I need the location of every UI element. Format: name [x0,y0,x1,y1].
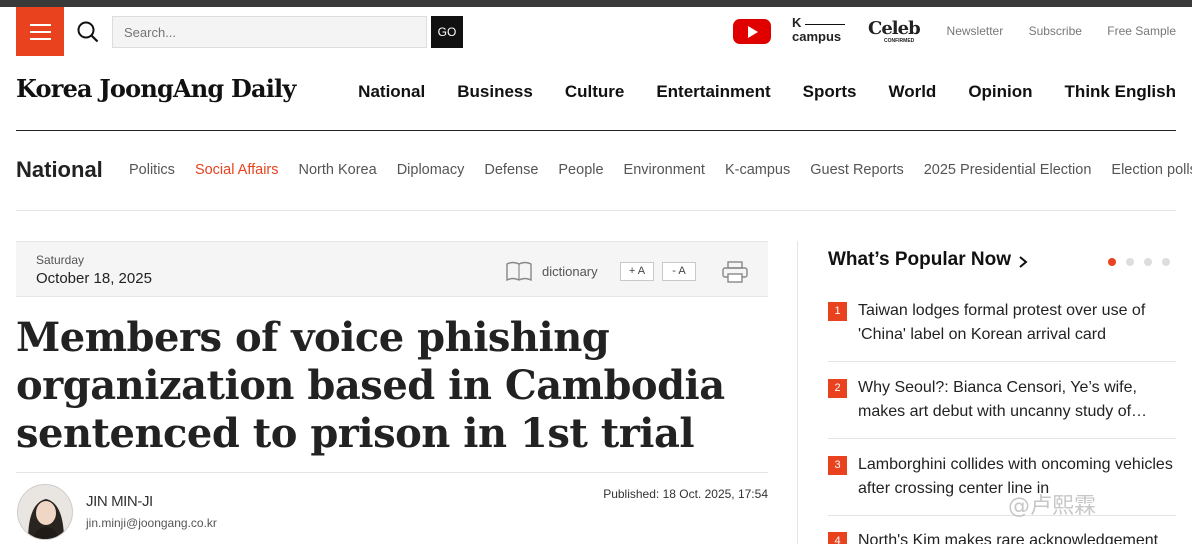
newsletter-link[interactable]: Newsletter [947,24,1004,38]
font-decrease-button[interactable]: - A [662,262,696,281]
subnav-environment[interactable]: Environment [624,162,705,178]
divider [16,472,768,473]
search-input[interactable] [112,16,427,48]
divider [16,130,1176,131]
author-name[interactable]: JIN MIN-JI [86,493,153,510]
hamburger-icon [30,24,51,26]
utility-links: Newsletter Subscribe Free Sample [925,24,1176,38]
kcampus-logo-word: campus [792,29,842,44]
article-day: Saturday [36,253,85,267]
popular-item[interactable]: 1 Taiwan lodges formal protest over use … [828,299,1176,351]
free-sample-link[interactable]: Free Sample [1107,24,1176,38]
published-date: Published: 18 Oct. 2025, 17:54 [603,487,768,501]
main-nav: National Business Culture Entertainment … [358,82,1176,102]
author-email[interactable]: jin.minji@joongang.co.kr [86,516,217,530]
kcampus-logo-k: K [792,15,802,30]
popular-rank: 2 [828,379,847,398]
sidebar-divider [797,241,798,544]
subnav-politics[interactable]: Politics [129,162,175,178]
nav-world[interactable]: World [888,82,936,102]
carousel-dots [1108,258,1170,266]
popular-headline[interactable]: North's Kim makes rare acknowledgement [858,529,1174,544]
subnav-diplomacy[interactable]: Diplomacy [397,162,465,178]
popular-item[interactable]: 3 Lamborghini collides with oncoming veh… [828,453,1176,505]
divider [16,210,1176,211]
nav-opinion[interactable]: Opinion [968,82,1032,102]
nav-business[interactable]: Business [457,82,533,102]
subnav-social-affairs[interactable]: Social Affairs [195,162,279,178]
article-toolbar: Saturday October 18, 2025 dictionary + A… [16,241,768,297]
nav-national[interactable]: National [358,82,425,102]
go-button[interactable]: GO [431,16,463,48]
popular-headline[interactable]: Why Seoul?: Bianca Censori, Ye’s wife, m… [858,376,1174,424]
nav-sports[interactable]: Sports [803,82,857,102]
subnav-guest-reports[interactable]: Guest Reports [810,162,904,178]
search-icon[interactable] [77,21,99,43]
subnav-defense[interactable]: Defense [484,162,538,178]
watermark: @卢熙霖 [1008,494,1097,519]
subnav-people[interactable]: People [558,162,603,178]
subnav-north-korea[interactable]: North Korea [299,162,377,178]
carousel-dot-active[interactable] [1108,258,1116,266]
kcampus-logo[interactable]: K campus [792,16,848,48]
popular-item[interactable]: 2 Why Seoul?: Bianca Censori, Ye’s wife,… [828,376,1176,428]
article-headline: Members of voice phishing organization b… [16,314,725,457]
author-avatar[interactable] [17,484,73,540]
author-photo [18,485,72,539]
book-icon[interactable] [506,261,532,281]
nav-culture[interactable]: Culture [565,82,625,102]
carousel-dot[interactable] [1126,258,1134,266]
celeb-logo[interactable]: Celeb CONFIRMED [868,18,924,48]
article-date: October 18, 2025 [36,270,152,287]
subnav-k-campus[interactable]: K-campus [725,162,790,178]
subscribe-link[interactable]: Subscribe [1029,24,1082,38]
popular-rank: 3 [828,456,847,475]
menu-button[interactable] [16,7,64,56]
site-logo[interactable]: Korea JoongAng Daily [16,74,296,103]
carousel-dot[interactable] [1144,258,1152,266]
carousel-dot[interactable] [1162,258,1170,266]
popular-rank: 4 [828,532,847,544]
popular-rank: 1 [828,302,847,321]
font-increase-button[interactable]: + A [620,262,654,281]
popular-item[interactable]: 4 North's Kim makes rare acknowledgement [828,529,1176,544]
popular-title[interactable]: What’s Popular Now [828,249,1011,271]
celeb-logo-sub: CONFIRMED [884,38,915,44]
subnav-election-polls[interactable]: Election polls [1111,162,1192,178]
top-strip [0,0,1192,7]
section-subnav: Politics Social Affairs North Korea Dipl… [129,162,1192,178]
print-icon[interactable] [722,261,748,283]
dictionary-button[interactable]: dictionary [542,264,598,279]
youtube-icon[interactable] [733,19,771,44]
popular-headline[interactable]: Taiwan lodges formal protest over use of… [858,299,1174,347]
nav-think-english[interactable]: Think English [1065,82,1176,102]
section-title[interactable]: National [16,157,103,183]
chevron-right-icon[interactable] [1017,253,1029,271]
subnav-presidential-election[interactable]: 2025 Presidential Election [924,162,1092,178]
nav-entertainment[interactable]: Entertainment [656,82,770,102]
celeb-logo-word: Celeb [868,18,921,39]
